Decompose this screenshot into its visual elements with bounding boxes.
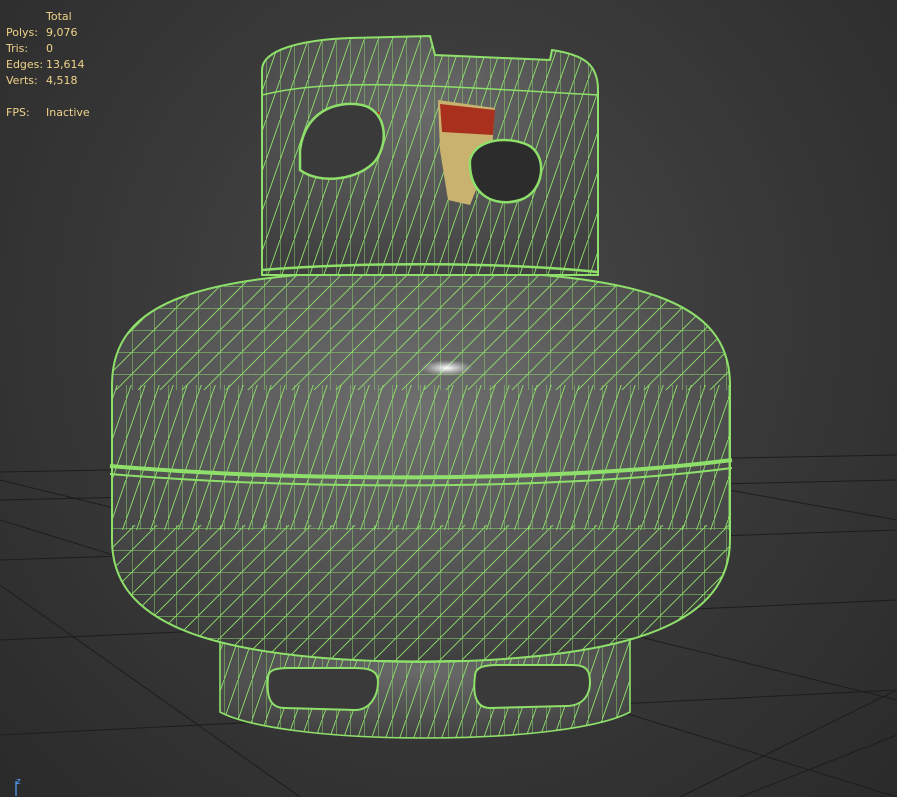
stats-header: Total <box>46 10 72 23</box>
stats-row-fps: FPS: Inactive <box>6 105 90 121</box>
stats-value: 4,518 <box>46 74 78 87</box>
stats-row-edges: Edges: 13,614 <box>6 57 90 73</box>
stats-row-verts: Verts: 4,518 <box>6 73 90 89</box>
stats-label: Verts: <box>6 74 38 87</box>
axis-tripod-icon: z <box>15 777 21 796</box>
viewport-statistics: Total Polys: 9,076 Tris: 0 Edges: 13,614… <box>6 9 90 121</box>
tank-collar <box>261 34 599 276</box>
axis-z-label: z <box>16 777 21 787</box>
scene-canvas[interactable] <box>0 0 897 797</box>
stats-row-polys: Polys: 9,076 <box>6 25 90 41</box>
stats-row-tris: Tris: 0 <box>6 41 90 57</box>
fps-value: Inactive <box>46 106 90 119</box>
stats-value: 9,076 <box>46 26 78 39</box>
stats-label: Tris: <box>6 42 29 55</box>
3d-viewport[interactable]: Total Polys: 9,076 Tris: 0 Edges: 13,614… <box>0 0 897 797</box>
stats-label: Polys: <box>6 26 38 39</box>
stats-value: 13,614 <box>46 58 85 71</box>
stats-value: 0 <box>46 42 53 55</box>
tank-body <box>109 268 733 664</box>
fps-label: FPS: <box>6 106 30 119</box>
specular-highlight <box>421 360 473 376</box>
stats-label: Edges: <box>6 58 44 71</box>
